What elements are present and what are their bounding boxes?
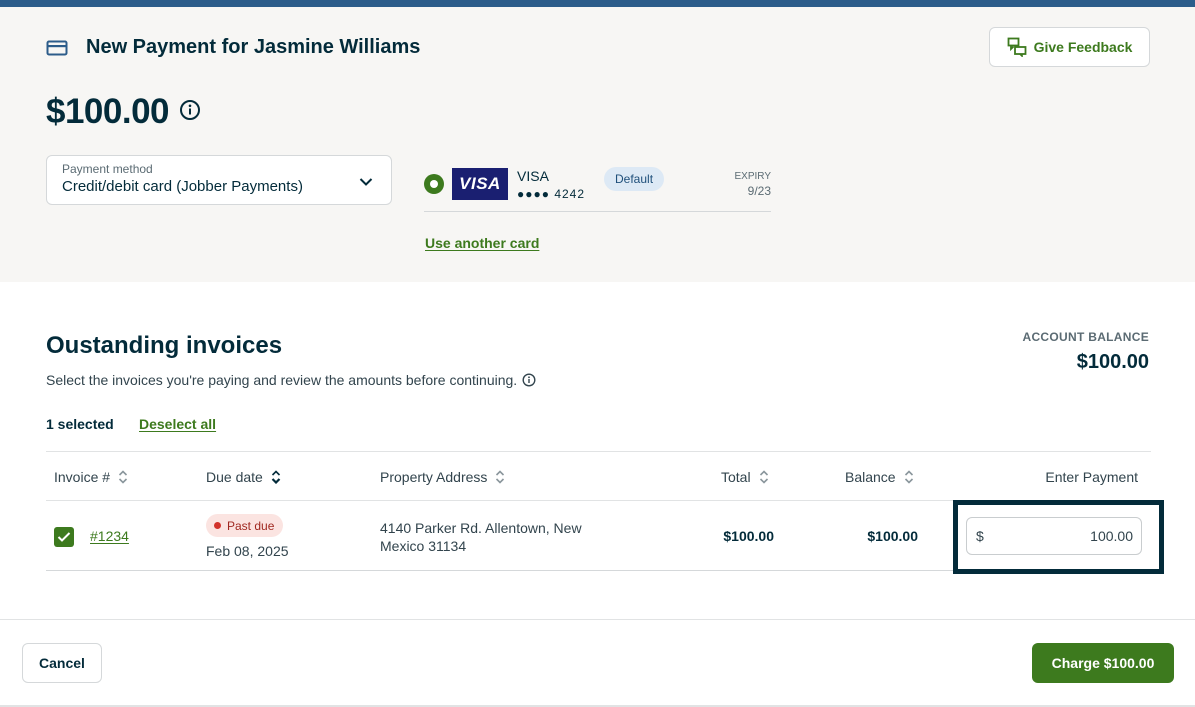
saved-card-option[interactable]: VISA VISA ●●●● 4242 Default EXPIRY 9/23: [424, 167, 772, 212]
cancel-button[interactable]: Cancel: [22, 643, 102, 683]
past-due-label: Past due: [227, 518, 275, 533]
title-row: New Payment for Jasmine Williams: [46, 36, 420, 59]
invoices-title: Oustanding invoices: [46, 332, 283, 359]
invoice-checkbox[interactable]: [54, 527, 74, 547]
expiry-label: EXPIRY: [734, 171, 772, 182]
info-icon[interactable]: [179, 99, 201, 126]
sort-icon: [759, 470, 768, 484]
column-header-property-address[interactable]: Property Address: [380, 469, 505, 485]
page-title: New Payment for Jasmine Williams: [86, 36, 421, 58]
column-header-label: Total: [721, 469, 751, 485]
payment-method-select[interactable]: Payment method Credit/debit card (Jobber…: [46, 155, 392, 205]
column-header-enter-payment: Enter Payment: [1045, 469, 1138, 485]
payment-amount-row: $100.00: [46, 92, 201, 132]
charge-button[interactable]: Charge $100.00: [1032, 643, 1174, 683]
invoice-number-link[interactable]: #1234: [90, 528, 129, 544]
invoice-total: $100.00: [723, 528, 774, 544]
chevron-down-icon: [359, 174, 373, 192]
status-dot-icon: [214, 522, 221, 529]
info-icon[interactable]: [522, 373, 536, 387]
sort-icon: [904, 470, 913, 484]
invoice-balance: $100.00: [867, 528, 918, 544]
default-badge: Default: [604, 167, 665, 191]
payment-amount: $100.00: [46, 92, 170, 131]
sort-icon: [496, 470, 505, 484]
payment-method-value: Credit/debit card (Jobber Payments): [62, 178, 303, 195]
column-header-label: Balance: [845, 469, 896, 485]
table-header: Invoice # Due date Property Address Tota…: [46, 451, 1151, 501]
card-masked-number: ●●●● 4242: [517, 187, 586, 201]
column-header-label: Invoice #: [54, 469, 111, 485]
column-header-label: Due date: [206, 469, 263, 485]
use-another-card-link[interactable]: Use another card: [425, 235, 539, 251]
column-header-label: Property Address: [380, 469, 488, 485]
credit-card-icon: [46, 40, 68, 56]
property-address: 4140 Parker Rd. Allentown, New Mexico 31…: [380, 520, 582, 554]
checkmark-icon: [57, 532, 71, 542]
column-header-due-date[interactable]: Due date: [206, 469, 281, 485]
deselect-all-link[interactable]: Deselect all: [139, 416, 216, 432]
give-feedback-label: Give Feedback: [1033, 39, 1133, 55]
invoices-subtitle: Select the invoices you're paying and re…: [46, 372, 518, 388]
column-header-balance[interactable]: Balance: [845, 469, 914, 485]
sort-icon-active: [271, 470, 281, 484]
payment-amount-input[interactable]: $ 100.00: [966, 517, 1142, 555]
top-accent-bar: [0, 0, 1195, 7]
visa-logo: VISA: [452, 168, 508, 200]
account-balance-label: ACCOUNT BALANCE: [1022, 330, 1149, 344]
sort-icon: [118, 470, 128, 484]
column-header-total[interactable]: Total: [721, 469, 769, 485]
selected-count: 1 selected: [46, 416, 114, 432]
due-date: Feb 08, 2025: [206, 543, 289, 559]
invoices-subtitle-row: Select the invoices you're paying and re…: [46, 372, 536, 388]
column-header-label: Enter Payment: [1045, 469, 1138, 485]
feedback-chat-icon: [1007, 37, 1026, 57]
account-balance-value: $100.00: [1076, 351, 1149, 373]
give-feedback-button[interactable]: Give Feedback: [989, 27, 1150, 67]
column-header-invoice[interactable]: Invoice #: [54, 469, 128, 485]
card-radio-selected[interactable]: [424, 174, 444, 194]
card-brand: VISA: [517, 168, 549, 184]
payment-amount-value[interactable]: 100.00: [984, 528, 1133, 544]
currency-symbol: $: [976, 528, 984, 544]
footer-divider: [0, 619, 1195, 620]
past-due-badge: Past due: [206, 514, 284, 537]
expiry-value: 9/23: [747, 184, 771, 198]
payment-method-label: Payment method: [62, 162, 153, 176]
